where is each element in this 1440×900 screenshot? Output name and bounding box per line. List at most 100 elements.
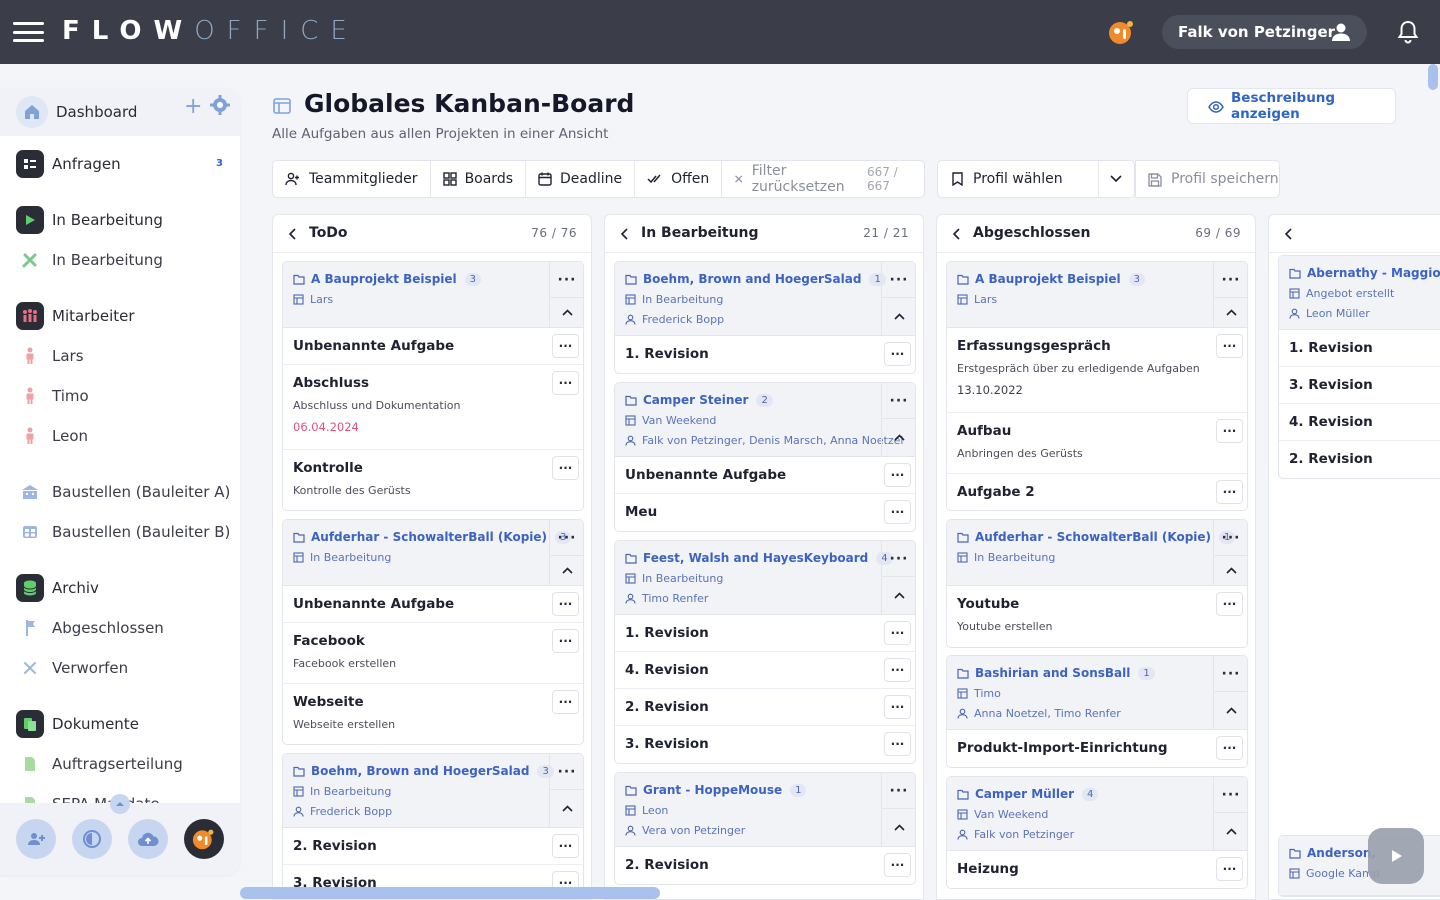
board-link[interactable]: Timo	[957, 687, 1001, 700]
filter-boards-button[interactable]: Boards	[431, 161, 527, 197]
project-link[interactable]: Feest, Walsh and HayesKeyboard 4	[625, 551, 893, 565]
board-link[interactable]: Google Kamp	[1289, 867, 1380, 880]
task-more-button[interactable]: ···	[552, 690, 579, 714]
task-card[interactable]: Webseite Webseite erstellen ···	[283, 684, 583, 744]
chevron-left-icon[interactable]	[1283, 227, 1295, 241]
filter-open-button[interactable]: Offen	[635, 161, 723, 197]
task-more-button[interactable]: ···	[552, 334, 579, 358]
board-link[interactable]: In Bearbeitung	[957, 551, 1055, 564]
profile-select[interactable]: Profil wählen	[937, 160, 1135, 198]
chevron-left-icon[interactable]	[287, 227, 299, 241]
flowoffice-assistant-button[interactable]	[184, 819, 224, 859]
horizontal-scrollbar[interactable]	[240, 887, 660, 899]
task-more-button[interactable]: ···	[884, 621, 911, 645]
board-link[interactable]: Van Weekend	[625, 414, 716, 427]
task-more-button[interactable]: ···	[552, 592, 579, 616]
sidebar-item-timo[interactable]: Timo	[16, 382, 89, 410]
task-card[interactable]: Aufgabe 2 ···	[947, 474, 1247, 510]
task-card[interactable]: Youtube Youtube erstellen ···	[947, 586, 1247, 647]
task-card[interactable]: 1. Revision ···	[615, 615, 915, 652]
gear-icon[interactable]	[209, 94, 231, 116]
project-link[interactable]: Boehm, Brown and HoegerSalad 1	[625, 272, 886, 286]
play-tutorial-button[interactable]	[1368, 828, 1424, 884]
collapse-group-button[interactable]	[1214, 691, 1247, 729]
sidebar-item-leon[interactable]: Leon	[16, 422, 88, 450]
task-more-button[interactable]: ···	[552, 456, 579, 480]
show-description-button[interactable]: Beschreibung anzeigen	[1187, 88, 1396, 124]
project-link[interactable]: Camper Müller 4	[957, 787, 1099, 801]
user-menu-button[interactable]: Falk von Petzinger	[1162, 15, 1367, 49]
sidebar-item-dokumente[interactable]: Dokumente	[16, 710, 139, 738]
collapse-group-button[interactable]	[882, 576, 915, 614]
collapse-group-button[interactable]	[550, 555, 583, 585]
sidebar-item-abgeschlossen[interactable]: Abgeschlossen	[16, 614, 164, 642]
task-card[interactable]: Unbenannte Aufgabe ···	[615, 457, 915, 494]
task-more-button[interactable]: ···	[552, 629, 579, 653]
board-link[interactable]: In Bearbeitung	[293, 551, 391, 564]
group-more-button[interactable]: ···	[550, 262, 583, 298]
board-link[interactable]: Lars	[957, 293, 997, 306]
group-more-button[interactable]: ···	[550, 754, 583, 790]
sidebar-dashboard-row[interactable]: Dashboard	[16, 96, 137, 128]
board-link[interactable]: In Bearbeitung	[625, 572, 723, 585]
task-more-button[interactable]: ···	[884, 463, 911, 487]
sidebar-item-archiv[interactable]: Archiv	[16, 574, 99, 602]
collapse-group-button[interactable]	[882, 297, 915, 335]
board-link[interactable]: Angebot erstellt	[1289, 287, 1394, 300]
project-link[interactable]: Boehm, Brown and HoegerSalad 3	[293, 764, 554, 778]
cloud-upload-button[interactable]	[128, 819, 168, 859]
task-more-button[interactable]: ···	[1216, 480, 1243, 504]
project-link[interactable]: A Bauprojekt Beispiel 3	[293, 272, 482, 286]
task-more-button[interactable]: ···	[1216, 857, 1243, 881]
board-link[interactable]: Lars	[293, 293, 333, 306]
chevron-down-icon[interactable]	[1110, 175, 1122, 183]
task-card[interactable]: Produkt-Import-Einrichtung ···	[947, 730, 1247, 767]
add-icon[interactable]: +	[184, 96, 202, 118]
sidebar-item-lars[interactable]: Lars	[16, 342, 84, 370]
project-link[interactable]: Aufderhar - SchowalterBall (Kopie) 3	[293, 530, 572, 544]
task-more-button[interactable]: ···	[884, 500, 911, 524]
sidebar-scroll-up-button[interactable]	[110, 794, 130, 814]
group-more-button[interactable]: ···	[1214, 262, 1247, 298]
task-more-button[interactable]: ···	[552, 834, 579, 858]
sidebar-item-mitarbeiter[interactable]: Mitarbeiter	[16, 302, 135, 330]
filter-team-button[interactable]: Teammitglieder	[273, 161, 431, 197]
group-more-button[interactable]: ···	[1214, 656, 1247, 692]
task-more-button[interactable]: ···	[1216, 419, 1243, 443]
group-more-button[interactable]: ···	[882, 541, 915, 577]
flowoffice-app-icon[interactable]	[1108, 18, 1136, 46]
task-more-button[interactable]: ···	[1216, 334, 1243, 358]
project-link[interactable]: Anderson,	[1289, 846, 1376, 860]
filter-reset-button[interactable]: Filter zurücksetzen 667 / 667	[722, 161, 924, 197]
collapse-group-button[interactable]	[1214, 812, 1247, 850]
task-card[interactable]: 2. Revision ···	[283, 828, 583, 865]
group-more-button[interactable]: ···	[550, 520, 583, 556]
app-logo[interactable]: FLOWOFFICE	[62, 16, 359, 46]
group-more-button[interactable]: ···	[1214, 520, 1247, 556]
project-link[interactable]: Aufderhar - SchowalterBall (Kopie) 1	[957, 530, 1236, 544]
sidebar-item-baustellen-a[interactable]: Baustellen (Bauleiter A)	[16, 478, 230, 506]
group-more-button[interactable]: ···	[882, 383, 915, 419]
time-tracking-button[interactable]	[72, 819, 112, 859]
task-more-button[interactable]: ···	[884, 732, 911, 756]
filter-deadline-button[interactable]: Deadline	[526, 161, 636, 197]
task-more-button[interactable]: ···	[1216, 736, 1243, 760]
task-card[interactable]: 4. Revision ···	[615, 652, 915, 689]
task-card[interactable]: 1. Revision ···	[615, 336, 915, 373]
task-more-button[interactable]: ···	[552, 371, 579, 395]
chevron-left-icon[interactable]	[951, 227, 963, 241]
board-link[interactable]: Van Weekend	[957, 808, 1048, 821]
task-card[interactable]: Aufbau Anbringen des Gerüsts ···	[947, 413, 1247, 474]
task-card[interactable]: 3. Revision	[1279, 367, 1440, 404]
task-card[interactable]: 1. Revision	[1279, 330, 1440, 367]
sidebar-item-auftragserteilung[interactable]: Auftragserteilung	[16, 750, 183, 778]
task-more-button[interactable]: ···	[884, 658, 911, 682]
group-more-button[interactable]: ···	[882, 773, 915, 809]
project-link[interactable]: Camper Steiner 2	[625, 393, 773, 407]
board-link[interactable]: In Bearbeitung	[293, 785, 391, 798]
collapse-group-button[interactable]	[550, 789, 583, 827]
board-link[interactable]: Leon	[625, 804, 668, 817]
task-card[interactable]: 3. Revision ···	[615, 726, 915, 763]
sidebar-item-baustellen-b[interactable]: Baustellen (Bauleiter B)	[16, 518, 230, 546]
project-link[interactable]: Abernathy - MaggioHa	[1289, 266, 1440, 280]
